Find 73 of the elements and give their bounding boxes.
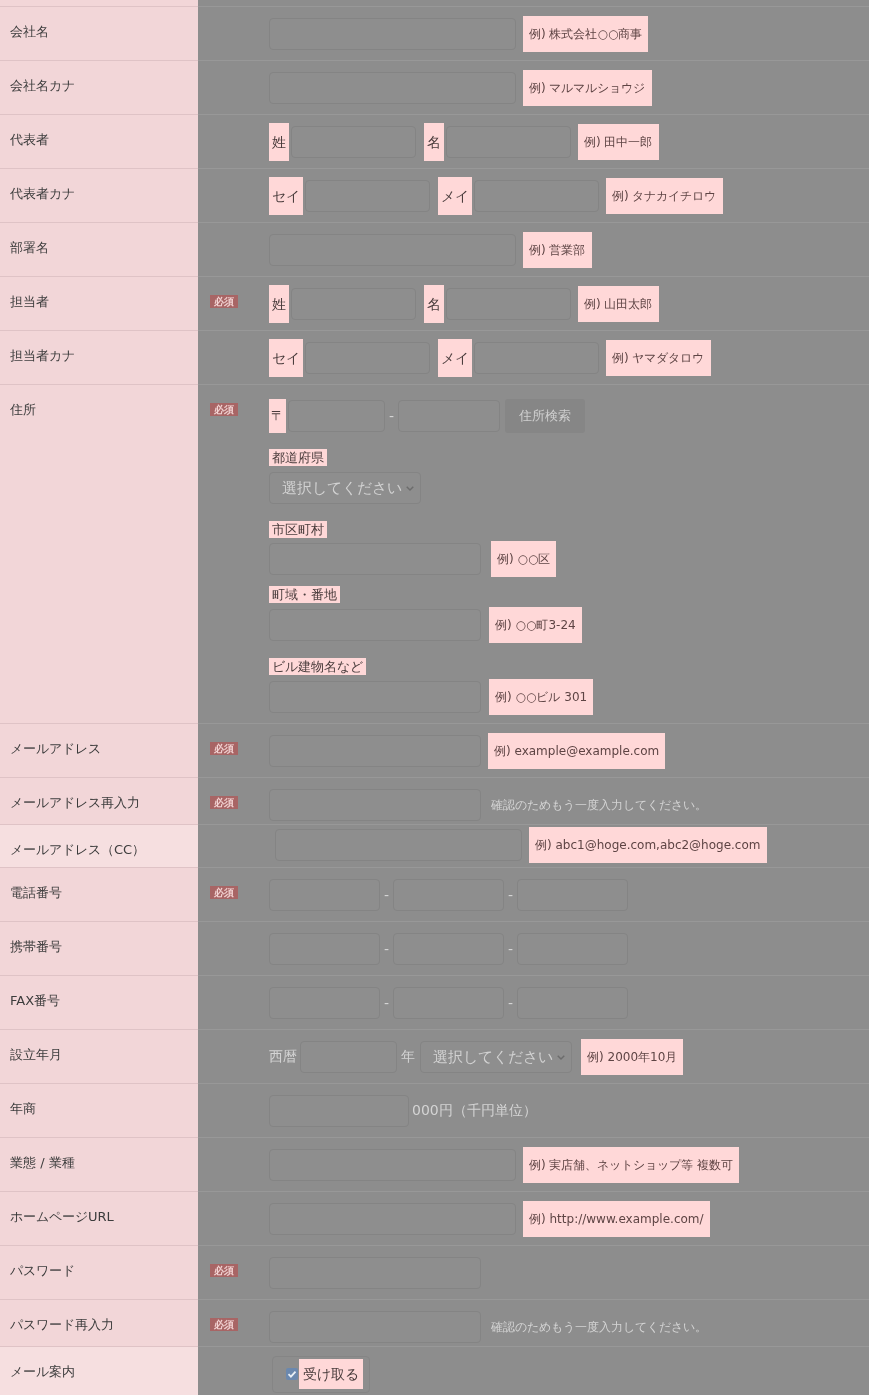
example-hint: 例) example@example.com bbox=[488, 733, 666, 769]
separator-text: - bbox=[384, 887, 390, 903]
field-label: 代表者 bbox=[10, 132, 49, 148]
field-label: メール案内 bbox=[10, 1364, 75, 1380]
field-prefix-label: メイ bbox=[438, 177, 472, 215]
field-label: 都道府県 bbox=[269, 449, 327, 466]
example-hint: 例) マルマルショウジ bbox=[523, 70, 652, 106]
field-prefix-label: 姓 bbox=[269, 123, 289, 161]
field-prefix-text: 西暦 bbox=[269, 1048, 297, 1066]
required-badge: 必須 bbox=[210, 1264, 238, 1277]
example-hint: 例) 実店舗、ネットショップ等 複数可 bbox=[523, 1147, 740, 1183]
field-label: 電話番号 bbox=[10, 885, 62, 901]
field-label: メールアドレス（CC） bbox=[10, 842, 146, 858]
field-label: 代表者カナ bbox=[10, 186, 75, 202]
field-label: パスワード bbox=[10, 1263, 75, 1279]
field-label: メールアドレス再入力 bbox=[10, 795, 140, 811]
field-label: メールアドレス bbox=[10, 741, 101, 757]
field-label: ホームページURL bbox=[10, 1209, 114, 1225]
separator-text: - bbox=[508, 887, 514, 903]
field-label: 年商 bbox=[10, 1101, 36, 1117]
field-label: 町域・番地 bbox=[269, 586, 340, 603]
example-hint: 例) 田中一郎 bbox=[578, 124, 659, 160]
dropdown-select[interactable]: 選択してください bbox=[420, 1041, 572, 1073]
field-prefix-label: セイ bbox=[269, 339, 303, 377]
example-hint: 例) http://www.example.com/ bbox=[523, 1201, 710, 1237]
example-hint: 例) ○○ビル 301 bbox=[489, 679, 594, 715]
field-label: 会社名 bbox=[10, 24, 49, 40]
example-hint: 例) 2000年10月 bbox=[581, 1039, 684, 1075]
separator-text: - bbox=[508, 995, 514, 1011]
unit-text: 年 bbox=[401, 1048, 415, 1066]
field-label: 市区町村 bbox=[269, 521, 327, 538]
separator-text: - bbox=[384, 941, 390, 957]
required-badge: 必須 bbox=[210, 1318, 238, 1331]
field-label: パスワード再入力 bbox=[10, 1317, 114, 1333]
option-label: 受け取る bbox=[299, 1359, 363, 1389]
field-prefix-label: メイ bbox=[438, 339, 472, 377]
field-label: 業態 / 業種 bbox=[10, 1155, 75, 1171]
example-hint: 例) abc1@hoge.com,abc2@hoge.com bbox=[529, 827, 767, 863]
postal-mark-label: 〒 bbox=[269, 399, 286, 433]
required-badge: 必須 bbox=[210, 403, 238, 416]
separator-text: - bbox=[508, 941, 514, 957]
address-search-button[interactable]: 住所検索 bbox=[505, 399, 586, 433]
checkbox[interactable] bbox=[286, 1368, 298, 1380]
chevron-down-icon bbox=[406, 484, 414, 492]
field-label: 会社名カナ bbox=[10, 78, 75, 94]
example-hint: 例) タナカイチロウ bbox=[606, 178, 723, 214]
example-hint: 例) ○○区 bbox=[491, 541, 557, 577]
field-prefix-label: 姓 bbox=[269, 285, 289, 323]
chevron-down-icon bbox=[557, 1053, 565, 1061]
field-label: ビル建物名など bbox=[269, 658, 366, 675]
dropdown-select[interactable]: 選択してください bbox=[269, 472, 421, 504]
field-prefix-label: セイ bbox=[269, 177, 303, 215]
field-label: 携帯番号 bbox=[10, 939, 62, 955]
unit-text: 000円（千円単位） bbox=[412, 1102, 537, 1120]
field-label: 住所 bbox=[10, 402, 36, 418]
example-hint: 例) ヤマダタロウ bbox=[606, 340, 711, 376]
separator-text: - bbox=[384, 995, 390, 1011]
required-badge: 必須 bbox=[210, 295, 238, 308]
required-badge: 必須 bbox=[210, 796, 238, 809]
example-hint: 例) 営業部 bbox=[523, 232, 592, 268]
field-label: FAX番号 bbox=[10, 993, 61, 1009]
field-prefix-label: 名 bbox=[424, 123, 444, 161]
field-label: 部署名 bbox=[10, 240, 49, 256]
separator-text: - bbox=[389, 408, 395, 424]
field-label: 担当者カナ bbox=[10, 348, 75, 364]
required-badge: 必須 bbox=[210, 742, 238, 755]
example-hint: 例) 株式会社○○商事 bbox=[523, 16, 649, 52]
required-badge: 必須 bbox=[210, 886, 238, 899]
example-hint: 例) 山田太郎 bbox=[578, 286, 659, 322]
example-hint: 例) ○○町3-24 bbox=[489, 607, 582, 643]
field-label: 担当者 bbox=[10, 294, 49, 310]
field-prefix-label: 名 bbox=[424, 285, 444, 323]
field-label: 設立年月 bbox=[10, 1047, 62, 1063]
